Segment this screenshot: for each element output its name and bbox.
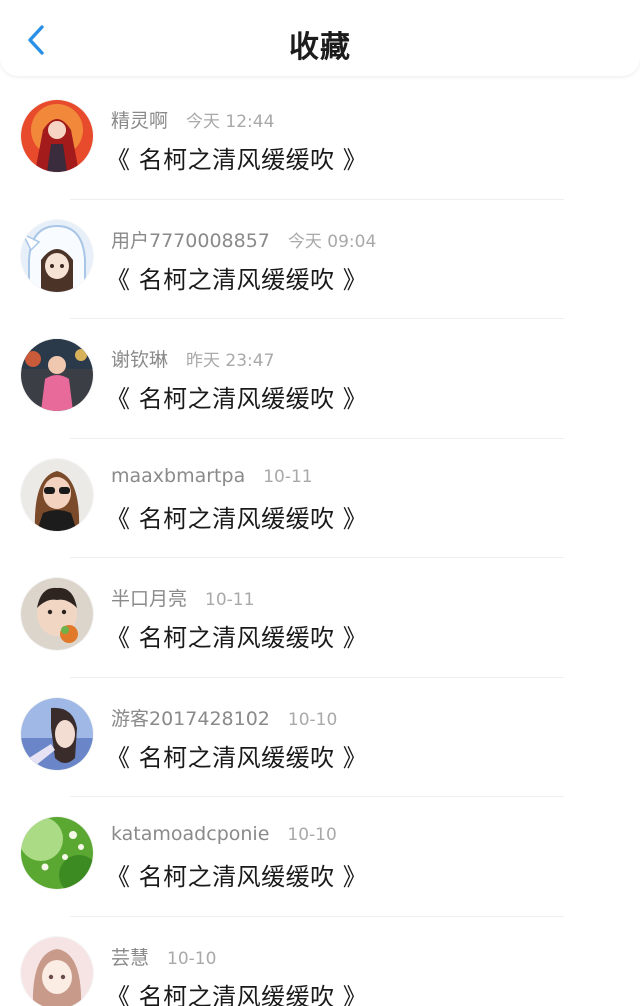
favorites-list: 精灵啊 今天 12:44 《 名柯之清风缓缓吹 》 用户7770008857 今… (0, 80, 640, 1006)
favorite-item[interactable]: 用户7770008857 今天 09:04 《 名柯之清风缓缓吹 》 (0, 200, 640, 320)
favorite-item[interactable]: 精灵啊 今天 12:44 《 名柯之清风缓缓吹 》 (0, 80, 640, 200)
username[interactable]: 游客2017428102 (111, 704, 270, 731)
favorite-item[interactable]: maaxbmartpa 10-11 《 名柯之清风缓缓吹 》 (0, 439, 640, 559)
item-meta: katamoadcponie 10-10 (111, 823, 337, 851)
item-meta: 谢钦琳 昨天 23:47 (111, 345, 274, 373)
timestamp: 10-10 (167, 948, 217, 969)
book-title[interactable]: 《 名柯之清风缓缓吹 》 (106, 260, 367, 295)
book-title[interactable]: 《 名柯之清风缓缓吹 》 (106, 977, 367, 1006)
item-meta: 半口月亮 10-11 (111, 584, 254, 612)
book-title[interactable]: 《 名柯之清风缓缓吹 》 (106, 379, 367, 414)
username[interactable]: 谢钦琳 (111, 345, 168, 372)
person-pink-avatar[interactable] (21, 339, 93, 411)
favorite-item[interactable]: katamoadcponie 10-10 《 名柯之清风缓缓吹 》 (0, 797, 640, 917)
page-title: 收藏 (289, 30, 351, 65)
username[interactable]: katamoadcponie (111, 823, 269, 845)
green-flowers-avatar[interactable] (21, 817, 93, 889)
item-meta: 游客2017428102 10-10 (111, 704, 337, 732)
item-meta: 用户7770008857 今天 09:04 (111, 226, 376, 254)
timestamp: 今天 12:44 (186, 112, 275, 132)
anime-girl-red-avatar[interactable] (21, 100, 93, 172)
timestamp: 10-11 (263, 466, 313, 487)
item-meta: maaxbmartpa 10-11 (111, 465, 313, 493)
book-title[interactable]: 《 名柯之清风缓缓吹 》 (106, 140, 367, 175)
username[interactable]: 用户7770008857 (111, 226, 270, 253)
item-meta: 精灵啊 今天 12:44 (111, 106, 274, 134)
favorites-screen: 收藏 精灵啊 今天 12:44 《 名柯之清风缓缓吹 》 用户777000885… (0, 0, 640, 1006)
baby-photo-avatar[interactable] (21, 578, 93, 650)
username[interactable]: 半口月亮 (111, 584, 187, 611)
book-title[interactable]: 《 名柯之清风缓缓吹 》 (106, 499, 367, 534)
timestamp: 10-10 (287, 825, 337, 845)
favorite-item[interactable]: 游客2017428102 10-10 《 名柯之清风缓缓吹 》 (0, 678, 640, 798)
anime-girl-pink-avatar[interactable] (21, 936, 93, 1006)
book-title[interactable]: 《 名柯之清风缓缓吹 》 (106, 857, 367, 892)
anime-girl-bunny-hood-avatar[interactable] (21, 219, 93, 292)
timestamp: 10-11 (205, 590, 255, 610)
book-title[interactable]: 《 名柯之清风缓缓吹 》 (106, 618, 367, 653)
timestamp: 今天 09:04 (287, 231, 377, 252)
girl-sunglasses-avatar[interactable] (21, 458, 93, 531)
top-nav-bar: 收藏 (0, 0, 640, 76)
timestamp: 10-10 (287, 709, 338, 730)
username[interactable]: 精灵啊 (111, 106, 168, 133)
favorite-item[interactable]: 芸慧 10-10 《 名柯之清风缓缓吹 》 (0, 917, 640, 1006)
item-meta: 芸慧 10-10 (111, 943, 216, 971)
username[interactable]: 芸慧 (111, 943, 149, 970)
favorite-item[interactable]: 半口月亮 10-11 《 名柯之清风缓缓吹 》 (0, 558, 640, 678)
timestamp: 昨天 23:47 (186, 351, 275, 371)
username[interactable]: maaxbmartpa (111, 465, 245, 487)
book-title[interactable]: 《 名柯之清风缓缓吹 》 (106, 738, 367, 773)
blue-portrait-avatar[interactable] (21, 697, 93, 770)
favorite-item[interactable]: 谢钦琳 昨天 23:47 《 名柯之清风缓缓吹 》 (0, 319, 640, 439)
